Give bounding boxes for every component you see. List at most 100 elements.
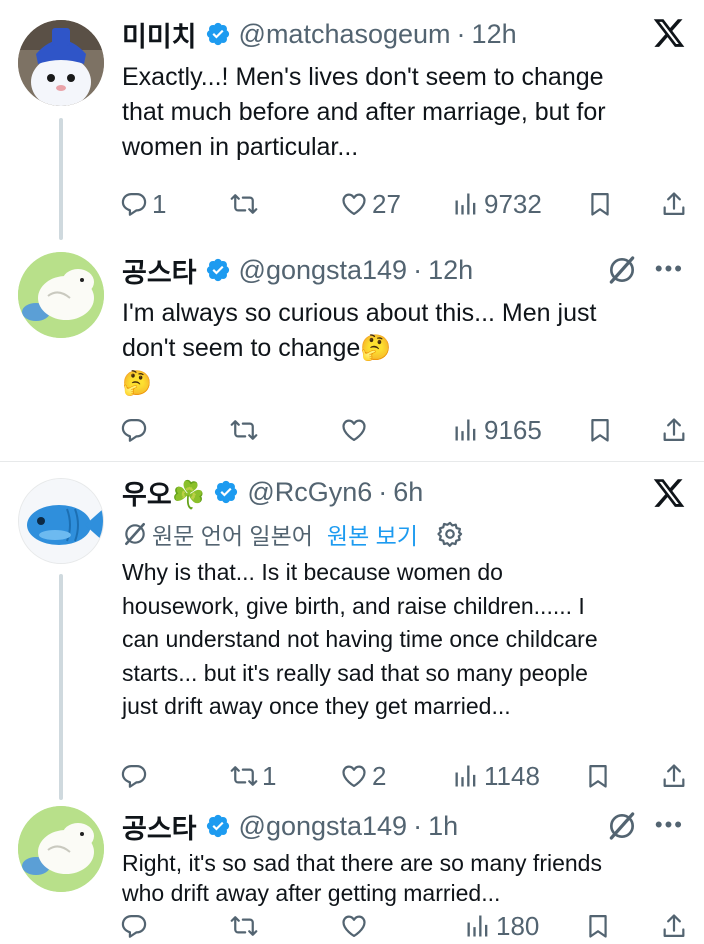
more-options-icon[interactable]: ••• — [655, 256, 684, 282]
avatar-image — [19, 479, 103, 563]
action-bar: 1 2 1148 — [118, 758, 698, 794]
action-bar: 180 — [118, 908, 698, 944]
tweet-text-line: 🤔 — [122, 370, 152, 397]
display-name[interactable]: 공스타 — [122, 807, 197, 846]
verified-badge-icon — [205, 257, 231, 283]
retweet-count: 1 — [262, 760, 277, 791]
reply-button[interactable] — [120, 758, 152, 794]
retweet-button[interactable]: 1 — [230, 758, 276, 794]
view-count: 180 — [496, 910, 540, 941]
views-button[interactable]: 9732 — [452, 186, 542, 222]
grok-icon[interactable] — [606, 810, 638, 842]
avatar[interactable] — [18, 20, 104, 106]
avatar[interactable] — [18, 806, 104, 892]
tweet-header: 공스타 @gongsta149 · 12h — [122, 252, 473, 288]
bookmark-button[interactable] — [586, 412, 614, 448]
share-icon — [660, 416, 688, 444]
tweet-3[interactable]: 우오☘️ @RcGyn6 · 6h 원문 언어 일본어 원본 보기 Why is… — [0, 462, 704, 800]
bar-chart-icon — [464, 912, 492, 940]
timestamp[interactable]: 6h — [393, 477, 423, 508]
bookmark-icon — [586, 190, 614, 218]
user-handle[interactable]: @gongsta149 — [239, 811, 408, 842]
retweet-button[interactable] — [230, 186, 262, 222]
avatar-image — [18, 252, 104, 338]
like-button[interactable]: 27 — [340, 186, 401, 222]
bookmark-icon — [584, 912, 612, 940]
timestamp[interactable]: 1h — [428, 811, 458, 842]
like-count: 27 — [372, 188, 401, 219]
like-button[interactable]: 2 — [340, 758, 386, 794]
grok-icon[interactable] — [606, 254, 638, 286]
display-name[interactable]: 우오☘️ — [122, 473, 205, 512]
separator-dot: · — [413, 810, 423, 841]
views-button[interactable]: 180 — [464, 908, 539, 944]
translate-icon — [122, 521, 148, 547]
heart-icon — [340, 190, 368, 218]
separator-dot: · — [378, 476, 388, 507]
view-count: 9165 — [484, 414, 542, 445]
x-logo-icon[interactable] — [652, 476, 686, 510]
tweet-text: Why is that... Is it because women do ho… — [122, 559, 598, 719]
reply-button[interactable]: 1 — [120, 186, 166, 222]
bookmark-icon — [586, 416, 614, 444]
action-bar: 1 27 9732 — [118, 186, 698, 222]
verified-badge-icon — [205, 21, 231, 47]
views-button[interactable]: 9165 — [452, 412, 542, 448]
retweet-button[interactable] — [230, 412, 262, 448]
reply-icon — [120, 416, 148, 444]
share-icon — [660, 190, 688, 218]
tweet-header: 우오☘️ @RcGyn6 · 6h — [122, 474, 423, 510]
retweet-icon — [230, 416, 258, 444]
separator-dot: · — [456, 18, 466, 49]
share-button[interactable] — [660, 758, 688, 794]
tweet-2[interactable]: 공스타 @gongsta149 · 12h ••• I'm always so … — [0, 240, 704, 460]
bar-chart-icon — [452, 416, 480, 444]
reply-icon — [120, 912, 148, 940]
reply-button[interactable] — [120, 908, 152, 944]
timestamp[interactable]: 12h — [472, 19, 517, 50]
timestamp[interactable]: 12h — [428, 255, 473, 286]
retweet-icon — [230, 762, 258, 790]
view-count: 9732 — [484, 188, 542, 219]
tweet-text: I'm always so curious about this... Men … — [122, 296, 662, 401]
display-name[interactable]: 공스타 — [122, 251, 197, 290]
tweet-1[interactable]: 미미치 @matchasogeum · 12h Exactly...! Men'… — [0, 0, 704, 240]
share-button[interactable] — [660, 186, 688, 222]
avatar-image — [18, 806, 104, 892]
gear-icon[interactable] — [436, 520, 464, 548]
views-button[interactable]: 1148 — [452, 758, 540, 794]
retweet-button[interactable] — [230, 908, 262, 944]
thread-line — [59, 118, 63, 240]
like-button[interactable] — [340, 412, 372, 448]
reply-icon — [120, 762, 148, 790]
avatar[interactable] — [18, 252, 104, 338]
bookmark-button[interactable] — [586, 186, 614, 222]
share-icon — [660, 912, 688, 940]
user-handle[interactable]: @RcGyn6 — [247, 477, 372, 508]
heart-icon — [340, 416, 368, 444]
reply-count: 1 — [152, 188, 167, 219]
avatar[interactable] — [18, 478, 104, 564]
share-button[interactable] — [660, 412, 688, 448]
x-logo-icon[interactable] — [652, 16, 686, 50]
translation-notice: 원문 언어 일본어 원본 보기 — [122, 518, 464, 550]
view-count: 1148 — [484, 760, 540, 791]
display-name[interactable]: 미미치 — [122, 15, 197, 54]
show-original-link[interactable]: 원본 보기 — [327, 517, 418, 551]
share-button[interactable] — [660, 908, 688, 944]
tweet-header: 공스타 @gongsta149 · 1h — [122, 808, 458, 844]
bookmark-button[interactable] — [584, 908, 612, 944]
bar-chart-icon — [452, 190, 480, 218]
tweet-4[interactable]: 공스타 @gongsta149 · 1h ••• Right, it's so … — [0, 800, 704, 944]
user-handle[interactable]: @matchasogeum — [239, 19, 451, 50]
reply-icon — [120, 190, 148, 218]
bookmark-button[interactable] — [584, 758, 612, 794]
more-options-icon[interactable]: ••• — [655, 812, 684, 838]
share-icon — [660, 762, 688, 790]
avatar-image — [18, 20, 104, 106]
retweet-icon — [230, 912, 258, 940]
user-handle[interactable]: @gongsta149 — [239, 255, 408, 286]
verified-badge-icon — [205, 813, 231, 839]
reply-button[interactable] — [120, 412, 152, 448]
like-button[interactable] — [340, 908, 372, 944]
